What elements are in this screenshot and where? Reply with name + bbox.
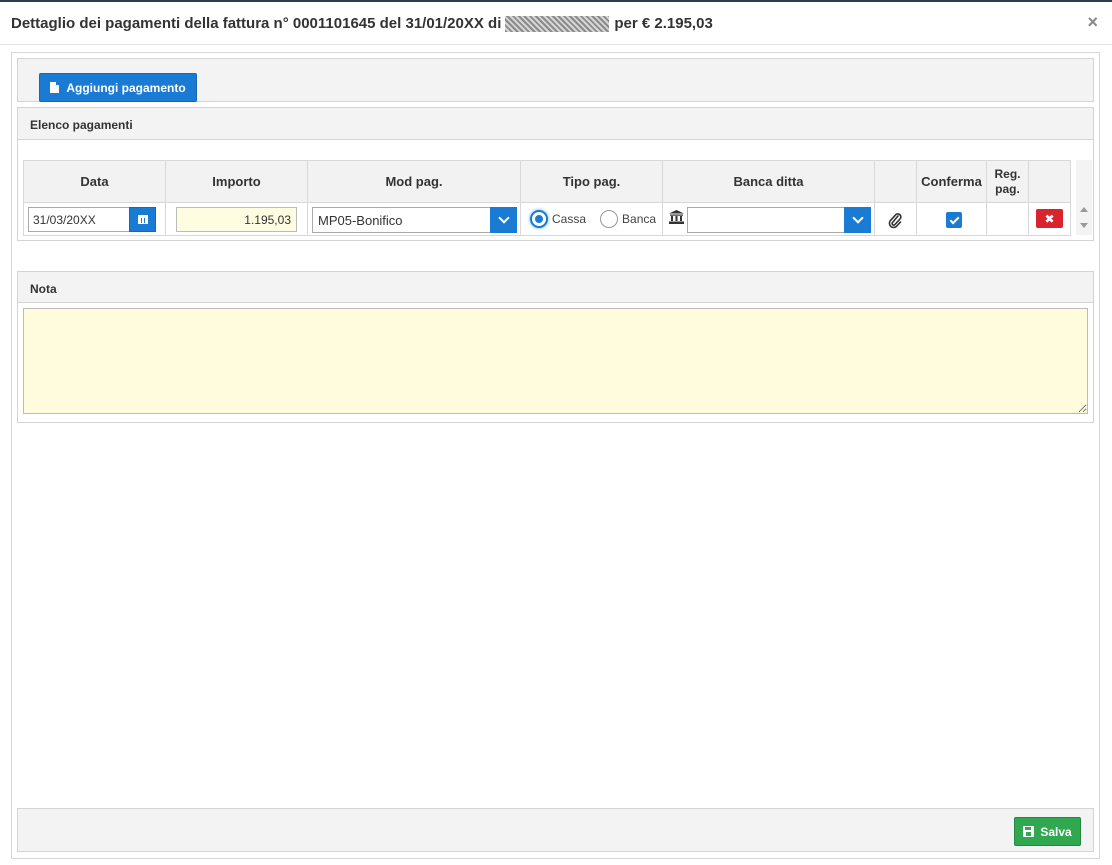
cell-bank (662, 202, 875, 236)
radio-cassa-label: Cassa (552, 212, 587, 226)
dialog-title-suffix: per € 2.195,03 (614, 15, 713, 32)
cell-date (23, 202, 166, 236)
chevron-down-icon[interactable] (490, 207, 517, 233)
cell-reg (986, 202, 1029, 236)
column-header-confirm: Conferma (916, 160, 987, 203)
payments-panel-title: Elenco pagamenti (18, 108, 1093, 140)
column-header-date: Data (23, 160, 166, 203)
redacted-customer-name (505, 15, 610, 32)
column-header-bank: Banca ditta (662, 160, 875, 203)
floppy-disk-icon (1023, 826, 1035, 837)
cell-type: Cassa Banca (520, 202, 663, 236)
table-row: MP05-Bonifico Cassa Banca (23, 202, 1071, 236)
radio-banca[interactable] (600, 210, 619, 228)
toolbar-panel: Aggiungi pagamento (17, 58, 1094, 102)
cell-confirm (916, 202, 987, 236)
date-input[interactable] (28, 207, 129, 232)
confirm-checkbox[interactable] (946, 212, 962, 228)
column-header-reg: Reg. pag. (986, 160, 1029, 203)
chevron-down-icon[interactable] (844, 207, 871, 233)
payment-method-value: MP05-Bonifico (318, 212, 403, 228)
amount-input[interactable] (176, 207, 297, 232)
radio-banca-label: Banca (622, 212, 657, 226)
dialog-title-prefix: Dettaglio dei pagamenti della fattura n°… (11, 15, 502, 32)
column-header-actions (1028, 160, 1071, 203)
cell-amount (165, 202, 308, 236)
cell-method: MP05-Bonifico (307, 202, 521, 236)
calendar-icon (137, 215, 148, 224)
payment-method-select[interactable]: MP05-Bonifico (312, 207, 517, 233)
save-button[interactable]: Salva (1014, 817, 1081, 846)
date-picker (28, 207, 156, 232)
delete-row-button[interactable]: ✖ (1036, 209, 1063, 228)
scroll-up-icon[interactable] (1080, 207, 1088, 212)
cell-attach (874, 202, 917, 236)
column-header-type: Tipo pag. (520, 160, 663, 203)
bank-icon (669, 210, 684, 224)
column-header-amount: Importo (165, 160, 308, 203)
payments-panel: Elenco pagamenti Data Importo Mod pag. T… (17, 107, 1094, 241)
document-icon (50, 82, 60, 93)
add-payment-button[interactable]: Aggiungi pagamento (39, 73, 197, 102)
note-panel-title: Nota (18, 272, 1093, 303)
bank-select[interactable] (687, 207, 871, 233)
close-icon[interactable]: × (1087, 12, 1098, 33)
column-header-attach (874, 160, 917, 203)
table-scrollbar[interactable] (1076, 160, 1092, 235)
footer-panel: Salva (17, 808, 1094, 852)
column-header-method: Mod pag. (307, 160, 521, 203)
cell-actions: ✖ (1028, 202, 1071, 236)
paperclip-icon[interactable] (888, 211, 902, 229)
dialog-header: Dettaglio dei pagamenti della fattura n°… (0, 2, 1112, 45)
note-textarea[interactable] (23, 308, 1088, 414)
save-label: Salva (1040, 824, 1072, 839)
scroll-down-icon[interactable] (1080, 223, 1088, 228)
dialog-body: Aggiungi pagamento Elenco pagamenti Data… (11, 52, 1100, 859)
payment-type-radio-group: Cassa Banca (530, 210, 656, 228)
calendar-button[interactable] (129, 207, 156, 232)
payments-table: Data Importo Mod pag. Tipo pag. Banca di… (23, 160, 1071, 236)
radio-cassa[interactable] (530, 210, 548, 228)
dialog-title: Dettaglio dei pagamenti della fattura n°… (11, 15, 713, 32)
add-payment-label: Aggiungi pagamento (66, 80, 186, 95)
table-header-row: Data Importo Mod pag. Tipo pag. Banca di… (23, 160, 1071, 203)
note-panel: Nota (17, 271, 1094, 423)
